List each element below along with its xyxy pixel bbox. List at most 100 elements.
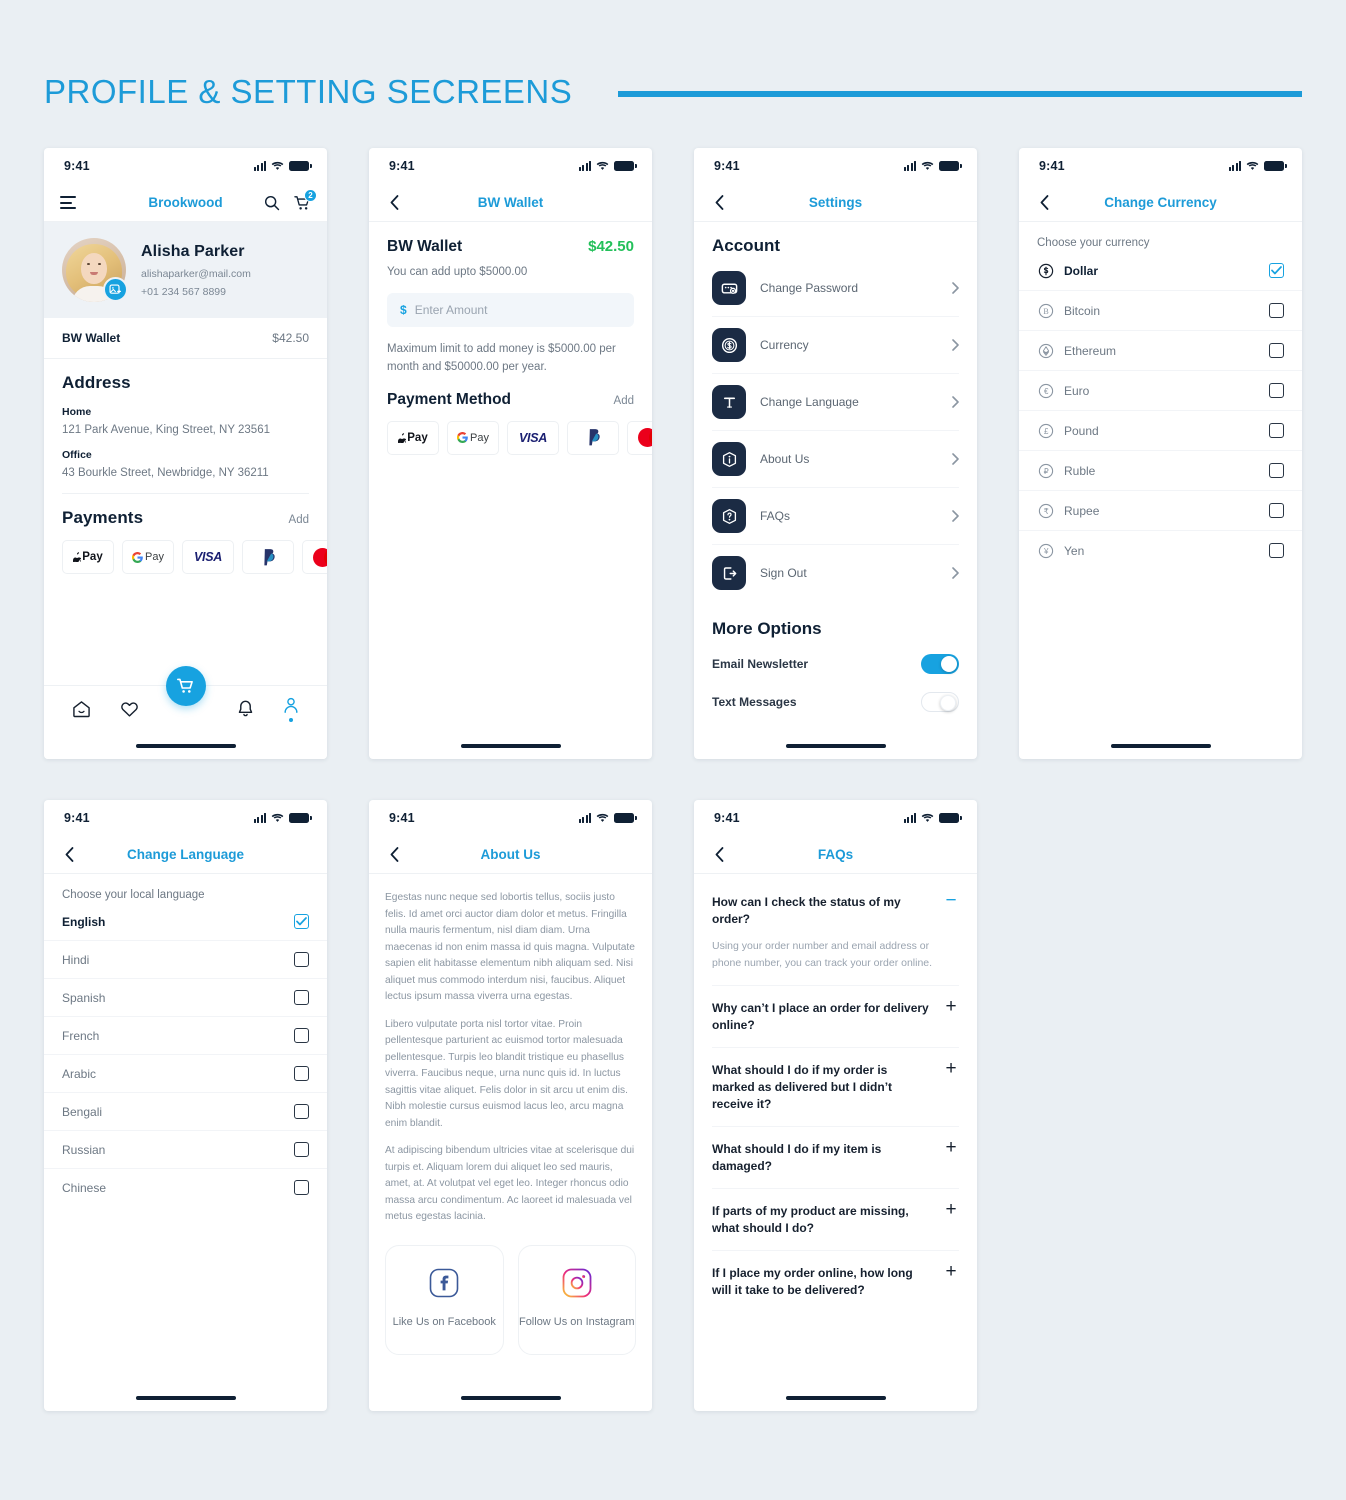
payment-mastercard[interactable]	[302, 540, 327, 574]
faq-question: If parts of my product are missing, what…	[712, 1203, 909, 1235]
back-icon[interactable]	[1035, 194, 1053, 212]
search-icon[interactable]	[264, 195, 280, 211]
settings-item-change-password[interactable]: Change Password	[712, 260, 959, 317]
currency-checkbox[interactable]	[1269, 263, 1284, 278]
address-label-office: Office	[62, 449, 92, 461]
faq-item[interactable]: If parts of my product are missing, what…	[712, 1189, 959, 1251]
back-icon[interactable]	[710, 194, 728, 212]
language-option-russian[interactable]: Russian	[44, 1131, 327, 1169]
payment-google-pay[interactable]: Pay	[447, 420, 499, 455]
payment-apple-pay[interactable]: Pay	[62, 540, 114, 574]
cart-icon[interactable]: 2	[294, 188, 317, 211]
instagram-button[interactable]: Follow Us on Instagram	[517, 1244, 636, 1355]
faq-item[interactable]: What should I do if my item is damaged? …	[712, 1127, 959, 1189]
language-option-chinese[interactable]: Chinese	[44, 1169, 327, 1206]
chevron-right-icon	[952, 453, 959, 465]
back-icon[interactable]	[385, 846, 403, 864]
instagram-icon	[562, 1268, 592, 1303]
language-option-hindi[interactable]: Hindi	[44, 941, 327, 979]
expand-icon[interactable]: +	[943, 1138, 959, 1157]
language-option-english[interactable]: English	[44, 903, 327, 941]
payment-mastercard[interactable]	[627, 420, 652, 455]
facebook-button[interactable]: Like Us on Facebook	[385, 1244, 504, 1355]
language-option-bengali[interactable]: Bengali	[44, 1093, 327, 1131]
collapse-icon[interactable]: −	[943, 891, 959, 910]
screen-faqs: 9:41 FAQs How can I check the status of …	[694, 800, 977, 1411]
faq-item[interactable]: Why can’t I place an order for delivery …	[712, 986, 959, 1048]
currency-option-euro[interactable]: € Euro	[1019, 371, 1302, 411]
expand-icon[interactable]: +	[943, 1200, 959, 1219]
expand-icon[interactable]: +	[943, 1262, 959, 1281]
email-newsletter-toggle[interactable]	[921, 654, 959, 674]
currency-option-ethereum[interactable]: Ethereum	[1019, 331, 1302, 371]
payment-paypal[interactable]	[242, 540, 294, 574]
image-add-icon[interactable]	[103, 277, 128, 302]
page-title: PROFILE & SETTING SECREENS	[44, 73, 573, 110]
language-label: Hindi	[62, 952, 90, 967]
settings-item-change-language[interactable]: Change Language	[712, 374, 959, 431]
hamburger-icon[interactable]	[60, 196, 76, 209]
faq-question: What should I do if my item is damaged?	[712, 1141, 882, 1173]
faq-item[interactable]: If I place my order online, how long wil…	[712, 1251, 959, 1312]
currency-checkbox[interactable]	[1269, 343, 1284, 358]
language-checkbox[interactable]	[294, 914, 309, 929]
currency-option-ruble[interactable]: ₽ Ruble	[1019, 451, 1302, 491]
settings-item-sign-out[interactable]: Sign Out	[712, 545, 959, 601]
facebook-icon	[429, 1268, 459, 1303]
currency-checkbox[interactable]	[1269, 463, 1284, 478]
language-checkbox[interactable]	[294, 1066, 309, 1081]
back-icon[interactable]	[710, 846, 728, 864]
text-messages-toggle[interactable]	[921, 692, 959, 712]
language-option-arabic[interactable]: Arabic	[44, 1055, 327, 1093]
status-time: 9:41	[64, 159, 90, 173]
currency-option-yen[interactable]: ¥ Yen	[1019, 531, 1302, 570]
payments-heading: Payments	[62, 508, 144, 527]
currency-checkbox[interactable]	[1269, 503, 1284, 518]
cart-fab-button[interactable]	[165, 666, 206, 706]
language-checkbox[interactable]	[294, 952, 309, 967]
nav-notifications[interactable]	[237, 700, 254, 718]
payment-google-pay[interactable]: Pay	[122, 540, 174, 574]
battery-icon	[289, 813, 312, 823]
faq-item[interactable]: How can I check the status of my order? …	[712, 880, 959, 986]
currency-checkbox[interactable]	[1269, 423, 1284, 438]
currency-checkbox[interactable]	[1269, 303, 1284, 318]
amount-input[interactable]: $ Enter Amount	[387, 293, 634, 327]
back-icon[interactable]	[60, 846, 78, 864]
nav-home[interactable]	[72, 700, 91, 718]
payments-add-button[interactable]: Add	[289, 514, 309, 526]
language-checkbox[interactable]	[294, 1180, 309, 1195]
expand-icon[interactable]: +	[943, 1059, 959, 1078]
address-heading: Address	[62, 373, 131, 392]
language-checkbox[interactable]	[294, 990, 309, 1005]
wallet-row[interactable]: BW Wallet $42.50	[44, 318, 327, 359]
currency-checkbox[interactable]	[1269, 543, 1284, 558]
language-option-spanish[interactable]: Spanish	[44, 979, 327, 1017]
nav-profile[interactable]	[283, 697, 299, 722]
payment-apple-pay[interactable]: Pay	[387, 420, 439, 455]
password-icon	[712, 271, 746, 305]
currency-checkbox[interactable]	[1269, 383, 1284, 398]
currency-option-bitcoin[interactable]: B Bitcoin	[1019, 291, 1302, 331]
payment-paypal[interactable]	[567, 420, 619, 455]
nav-wishlist[interactable]	[120, 700, 139, 718]
settings-item-about-us[interactable]: About Us	[712, 431, 959, 488]
currency-option-pound[interactable]: £ Pound	[1019, 411, 1302, 451]
language-option-french[interactable]: French	[44, 1017, 327, 1055]
payment-visa[interactable]: VISA	[507, 420, 559, 455]
settings-item-currency[interactable]: Currency	[712, 317, 959, 374]
payment-method-add-button[interactable]: Add	[614, 395, 634, 407]
faq-item[interactable]: What should I do if my order is marked a…	[712, 1048, 959, 1127]
language-checkbox[interactable]	[294, 1028, 309, 1043]
settings-item-faqs[interactable]: FAQs	[712, 488, 959, 545]
language-checkbox[interactable]	[294, 1142, 309, 1157]
language-checkbox[interactable]	[294, 1104, 309, 1119]
wifi-icon	[921, 161, 934, 170]
back-icon[interactable]	[385, 194, 403, 212]
currency-option-dollar[interactable]: Dollar	[1019, 251, 1302, 291]
yen-symbol-icon: ¥	[1037, 542, 1054, 559]
wifi-icon	[596, 813, 609, 822]
payment-visa[interactable]: VISA	[182, 540, 234, 574]
expand-icon[interactable]: +	[943, 997, 959, 1016]
currency-option-rupee[interactable]: ₹ Rupee	[1019, 491, 1302, 531]
